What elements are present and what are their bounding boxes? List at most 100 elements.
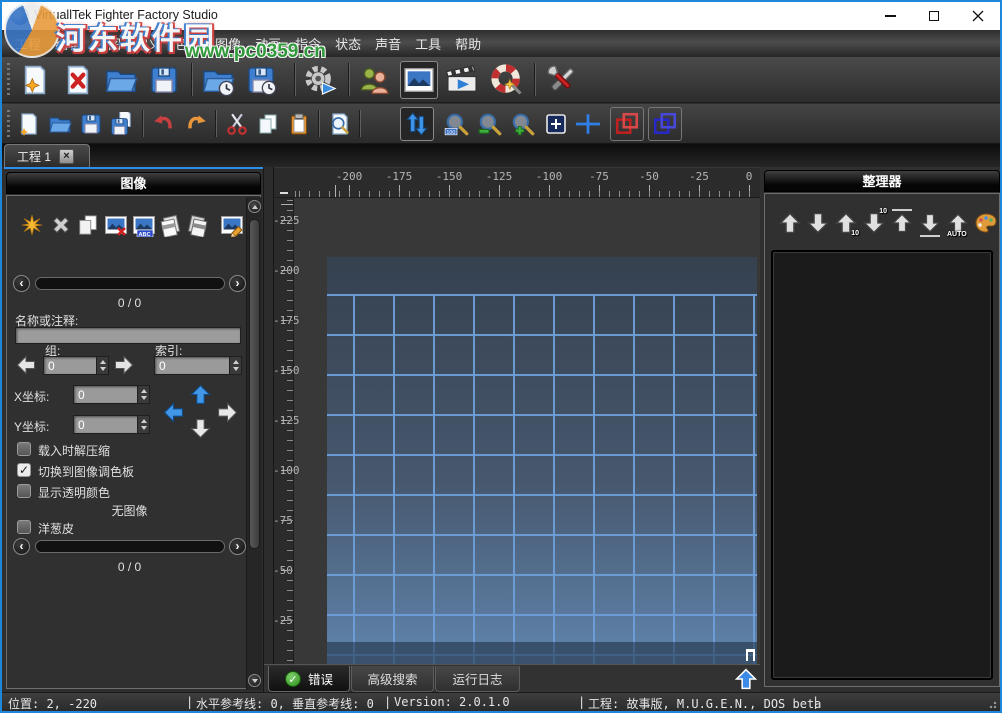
- y-spin-buttons[interactable]: [137, 416, 149, 433]
- new-project-button[interactable]: [16, 61, 54, 99]
- h-ruler-label: -150: [429, 170, 469, 183]
- transparent-label: 显示透明颜色: [38, 484, 110, 501]
- group-spin-buttons[interactable]: [96, 357, 108, 374]
- move-to-bottom-button[interactable]: [917, 210, 943, 236]
- collapse-panel-button[interactable]: [734, 667, 758, 691]
- zoom-in-button[interactable]: [508, 109, 538, 139]
- scroll-down-button[interactable]: [248, 674, 261, 687]
- index-spinner[interactable]: 0: [154, 356, 242, 375]
- spin-up-icon: [141, 419, 147, 423]
- nudge-down-button[interactable]: [189, 417, 211, 439]
- redo-button[interactable]: [181, 109, 211, 139]
- new-file-button[interactable]: [14, 109, 44, 139]
- palette-button[interactable]: [973, 210, 999, 236]
- sprite-caption-button[interactable]: ABC: [131, 212, 157, 238]
- nudge-up-button[interactable]: [189, 383, 211, 405]
- group-next-button[interactable]: [113, 355, 135, 375]
- tab-errors[interactable]: ✓ 错误: [268, 666, 350, 692]
- tab-advanced-search[interactable]: 高级搜索: [351, 666, 434, 692]
- menu-tools[interactable]: 工具: [408, 31, 448, 56]
- minimize-button[interactable]: [868, 2, 912, 30]
- sprite-panel-scrollbar[interactable]: [246, 197, 262, 690]
- menu-help[interactable]: 帮助: [448, 31, 488, 56]
- palette-checkbox[interactable]: ✓: [17, 463, 31, 477]
- move-down-button[interactable]: [805, 210, 831, 236]
- sprite-slider[interactable]: [35, 277, 225, 290]
- cut-button[interactable]: [222, 109, 252, 139]
- onion-prev-button[interactable]: ‹: [13, 538, 30, 555]
- preview-button[interactable]: [325, 109, 355, 139]
- move-up-10-button[interactable]: 10: [833, 210, 859, 236]
- sprite-next-button[interactable]: ›: [229, 275, 246, 292]
- zoom-out-button[interactable]: [475, 109, 505, 139]
- nudge-left-button[interactable]: [162, 401, 184, 423]
- group-prev-button[interactable]: [15, 355, 37, 375]
- characters-button[interactable]: [356, 61, 394, 99]
- sprite-canvas[interactable]: [327, 257, 757, 664]
- animations-button[interactable]: [443, 61, 481, 99]
- paste-button[interactable]: [284, 109, 314, 139]
- onion-next-button[interactable]: ›: [229, 538, 246, 555]
- tab-run-log[interactable]: 运行日志: [435, 666, 520, 692]
- scrollbar-thumb[interactable]: [249, 219, 260, 549]
- resize-grip[interactable]: [987, 699, 997, 709]
- save-project-button[interactable]: [145, 61, 183, 99]
- onion-previous-button[interactable]: [610, 107, 644, 141]
- open-recent-button[interactable]: [199, 61, 237, 99]
- move-up-button[interactable]: [777, 210, 803, 236]
- undo-button[interactable]: [149, 109, 179, 139]
- index-spin-buttons[interactable]: [229, 357, 241, 374]
- move-down-10-button[interactable]: 10: [861, 210, 887, 236]
- menu-sound[interactable]: 声音: [368, 31, 408, 56]
- transparent-checkbox[interactable]: [17, 484, 31, 498]
- decompress-checkbox[interactable]: [17, 442, 31, 456]
- shift-previous-button[interactable]: [157, 212, 183, 238]
- onion-label: 洋葱皮: [38, 520, 74, 537]
- menu-states[interactable]: 状态: [328, 31, 368, 56]
- y-spinner[interactable]: 0: [73, 415, 150, 434]
- project-tab[interactable]: 工程 1 ×: [4, 144, 90, 167]
- duplicate-sprite-button[interactable]: [75, 212, 101, 238]
- zoom-fit-button[interactable]: [541, 109, 571, 139]
- sprite-prev-button[interactable]: ‹: [13, 275, 30, 292]
- nudge-right-button[interactable]: [216, 401, 238, 423]
- onion-checkbox[interactable]: [17, 520, 31, 534]
- scroll-up-button[interactable]: [248, 200, 261, 213]
- open-project-button[interactable]: [102, 61, 140, 99]
- watermark-site-url: www.pc0359.cn: [185, 41, 326, 63]
- help-button[interactable]: [488, 61, 526, 99]
- options-button[interactable]: [543, 61, 581, 99]
- close-project-button[interactable]: [59, 61, 97, 99]
- move-to-top-button[interactable]: [889, 210, 915, 236]
- open-file-button[interactable]: [45, 109, 75, 139]
- delete-sprite-button[interactable]: [48, 212, 74, 238]
- shift-next-button[interactable]: [185, 212, 211, 238]
- remove-image-button[interactable]: [103, 212, 129, 238]
- toolbar-separator: [534, 63, 536, 96]
- toolbar-grip[interactable]: [7, 110, 10, 137]
- sprites-button[interactable]: [400, 61, 438, 99]
- group-spinner[interactable]: 0: [43, 356, 109, 375]
- project-tab-close-icon[interactable]: ×: [59, 149, 74, 164]
- copy-button[interactable]: [253, 109, 283, 139]
- apply-run-button[interactable]: [302, 61, 340, 99]
- auto-save-button[interactable]: [242, 61, 280, 99]
- edit-image-button[interactable]: [219, 212, 245, 238]
- auto-arrange-button[interactable]: AUTO: [945, 210, 971, 236]
- organizer-list[interactable]: [771, 250, 993, 680]
- x-spinner[interactable]: 0: [73, 385, 150, 404]
- redo-arrow-icon: [183, 111, 209, 137]
- x-spin-buttons[interactable]: [137, 386, 149, 403]
- add-sprite-button[interactable]: [19, 212, 45, 238]
- close-button[interactable]: [956, 2, 1000, 30]
- swap-orientation-button[interactable]: [400, 107, 434, 141]
- maximize-button[interactable]: [912, 2, 956, 30]
- toolbar-grip[interactable]: [7, 63, 10, 96]
- save-all-button[interactable]: [107, 109, 137, 139]
- show-axes-button[interactable]: [573, 109, 603, 139]
- onion-next-button[interactable]: [648, 107, 682, 141]
- close-icon: [972, 10, 984, 22]
- zoom-actual-button[interactable]: 100: [442, 109, 472, 139]
- save-file-button[interactable]: [76, 109, 106, 139]
- onion-slider[interactable]: [35, 540, 225, 553]
